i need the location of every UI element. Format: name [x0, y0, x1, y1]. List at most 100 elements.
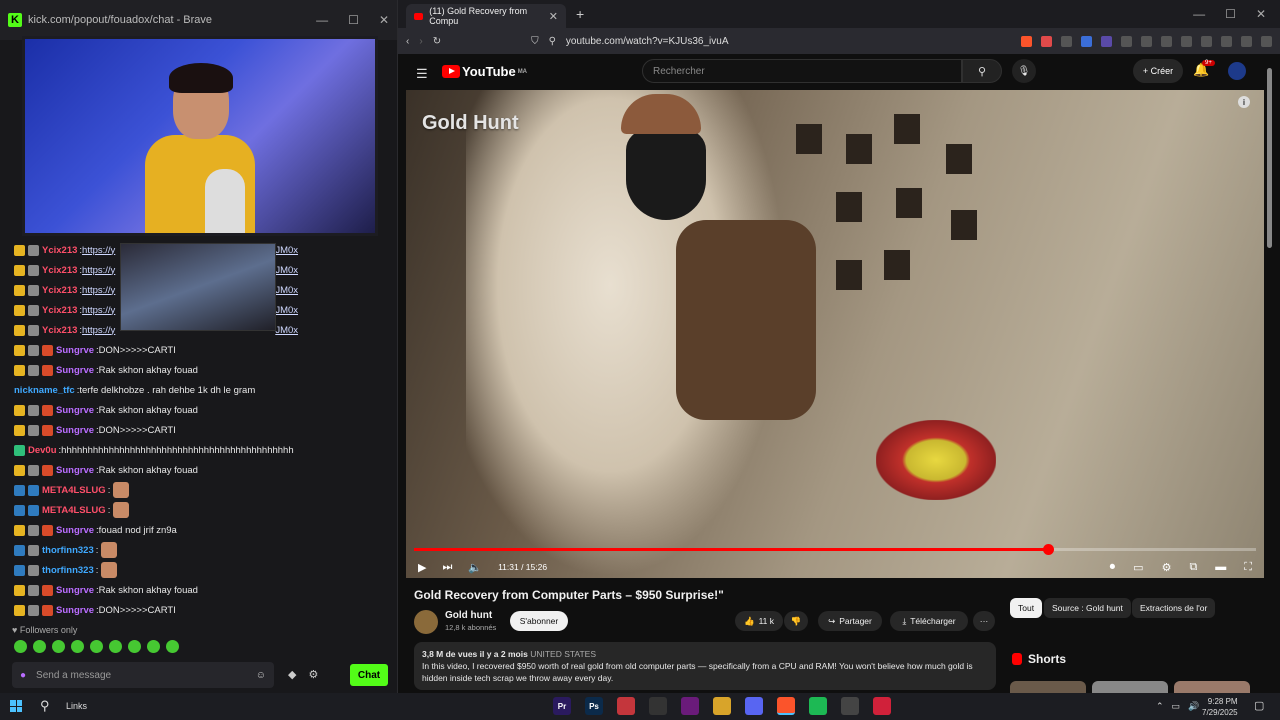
extension-icon[interactable]	[1061, 35, 1072, 47]
brave-shields-icon[interactable]	[1021, 35, 1032, 47]
chat-username[interactable]: Dev0u	[28, 445, 57, 456]
fullscreen-icon[interactable]: ⛶	[1244, 561, 1252, 574]
taskbar-app-icon[interactable]	[841, 697, 859, 715]
chat-username[interactable]: Sungrve	[56, 605, 94, 616]
chat-username[interactable]: Ycix213	[42, 325, 77, 336]
shorts-thumbnail[interactable]	[1092, 681, 1168, 693]
video-description[interactable]: 3,8 M de vues il y a 2 mois UNITED STATE…	[414, 642, 996, 690]
vpn-icon[interactable]	[1241, 35, 1252, 47]
url-field[interactable]: youtube.com/watch?v=KJUs36_ivuA	[566, 36, 729, 47]
taskbar-app-icon[interactable]	[681, 697, 699, 715]
emote-icon[interactable]	[128, 640, 141, 653]
scrollbar-thumb[interactable]	[1267, 68, 1272, 248]
chat-username[interactable]: thorfinn323	[42, 545, 94, 556]
points-icon[interactable]: ◆	[288, 668, 296, 681]
taskbar-app-icon[interactable]	[873, 697, 891, 715]
back-icon[interactable]: ‹	[406, 36, 409, 47]
puzzle-icon[interactable]	[1121, 35, 1132, 47]
tray-chevron-icon[interactable]: ⌃	[1156, 701, 1164, 712]
new-tab-icon[interactable]: +	[576, 6, 584, 22]
shorts-thumbnail[interactable]	[1010, 681, 1086, 693]
bookmark-icon[interactable]: ⛉	[531, 36, 539, 47]
maximize-icon[interactable]: ☐	[348, 13, 359, 27]
emote-icon[interactable]	[33, 640, 46, 653]
maximize-icon[interactable]: ☐	[1225, 7, 1236, 21]
tab-youtube[interactable]: (11) Gold Recovery from Compu ✕	[406, 4, 566, 28]
emote-icon[interactable]	[71, 640, 84, 653]
more-actions-button[interactable]: ···	[973, 611, 995, 631]
volume-tray-icon[interactable]: 🔊	[1188, 701, 1199, 712]
chat-link-suffix[interactable]: JM0x	[275, 305, 298, 316]
chat-username[interactable]: Sungrve	[56, 405, 94, 416]
notification-center-icon[interactable]: ▢	[1254, 699, 1264, 712]
reload-icon[interactable]: ↻	[433, 36, 441, 47]
minimize-icon[interactable]: —	[1193, 7, 1205, 21]
channel-name[interactable]: Gold hunt	[445, 610, 492, 621]
chat-link[interactable]: https://y	[82, 285, 115, 296]
taskbar-app-icon[interactable]	[745, 697, 763, 715]
settings-gear-icon[interactable]: ⚙	[1162, 561, 1172, 574]
search-icon[interactable]: ⚲	[962, 59, 1002, 83]
chat-link-suffix[interactable]: JM0x	[275, 265, 298, 276]
site-info-icon[interactable]: ⚲	[549, 36, 556, 47]
chat-send-button[interactable]: Chat	[350, 664, 388, 686]
chat-username[interactable]: Ycix213	[42, 265, 77, 276]
subscribe-button[interactable]: S'abonner	[510, 611, 568, 631]
video-player[interactable]: Gold Hunt i ▶ ⏭ 🔈 11:31 / 15:26 ⏺ ▭ ⚙ ⧉ …	[406, 90, 1264, 578]
taskbar-app-icon[interactable]	[713, 697, 731, 715]
wallet-icon[interactable]	[1201, 35, 1212, 47]
taskbar-links-label[interactable]: Links	[66, 701, 87, 711]
share-button[interactable]: ↪ Partager	[818, 611, 882, 631]
video-progress-bar[interactable]	[414, 544, 1256, 555]
taskbar-app-icon[interactable]: Pr	[553, 697, 571, 715]
taskbar-app-icon[interactable]	[809, 697, 827, 715]
chat-username[interactable]: Sungrve	[56, 425, 94, 436]
taskbar-clock[interactable]: 9:28 PM 7/29/2025	[1202, 696, 1238, 718]
chat-username[interactable]: Sungrve	[56, 525, 94, 536]
minimize-icon[interactable]: —	[316, 13, 328, 27]
leo-icon[interactable]	[1221, 35, 1232, 47]
chip-all[interactable]: Tout	[1010, 598, 1043, 618]
voice-search-icon[interactable]: 🎙	[1012, 59, 1036, 83]
dislike-button[interactable]: 👎	[784, 611, 808, 631]
mic-icon[interactable]: ●	[20, 670, 26, 681]
play-icon[interactable]: ▶	[418, 561, 426, 574]
network-icon[interactable]: ▭	[1172, 701, 1181, 712]
chip-gold-extraction[interactable]: Extractions de l'or	[1132, 598, 1216, 618]
chat-link-suffix[interactable]: JM0x	[275, 245, 298, 256]
taskbar-app-icon[interactable]	[617, 697, 635, 715]
forward-icon[interactable]: ›	[419, 36, 422, 47]
windows-start-icon[interactable]	[10, 700, 22, 712]
extension-icon[interactable]	[1101, 35, 1112, 47]
music-icon[interactable]	[1161, 35, 1172, 47]
page-scrollbar[interactable]	[1266, 58, 1274, 688]
emoji-icon[interactable]: ☺	[256, 670, 266, 681]
next-icon[interactable]: ⏭	[442, 561, 452, 574]
chat-username[interactable]: Ycix213	[42, 285, 77, 296]
chat-link[interactable]: https://y	[82, 305, 115, 316]
chat-username[interactable]: Sungrve	[56, 345, 94, 356]
sidebar-icon[interactable]	[1181, 35, 1192, 47]
chat-link-suffix[interactable]: JM0x	[275, 285, 298, 296]
emote-icon[interactable]	[147, 640, 160, 653]
info-icon[interactable]: i	[1238, 96, 1250, 108]
chat-username[interactable]: Ycix213	[42, 305, 77, 316]
subtitles-icon[interactable]: ▭	[1133, 561, 1143, 574]
tab-close-icon[interactable]: ✕	[549, 10, 558, 23]
chat-link[interactable]: https://y	[82, 325, 115, 336]
youtube-search-input[interactable]: Rechercher	[642, 59, 962, 83]
taskbar-search-icon[interactable]: ⚲	[40, 698, 50, 714]
volume-icon[interactable]: 🔈	[468, 561, 482, 574]
youtube-logo[interactable]: YouTube MA	[442, 64, 527, 79]
emote-icon[interactable]	[14, 640, 27, 653]
emote-icon[interactable]	[90, 640, 103, 653]
miniplayer-icon[interactable]: ⧉	[1189, 561, 1197, 574]
channel-avatar[interactable]	[414, 610, 438, 634]
like-button[interactable]: 👍 11 k	[735, 611, 783, 631]
progress-scrubber[interactable]	[1043, 544, 1055, 555]
theater-mode-icon[interactable]: ▬	[1215, 561, 1226, 574]
chat-username[interactable]: nickname_tfc	[14, 385, 75, 396]
settings-icon[interactable]: ⚙	[308, 668, 318, 681]
chat-username[interactable]: Sungrve	[56, 585, 94, 596]
close-icon[interactable]: ✕	[1256, 7, 1266, 21]
